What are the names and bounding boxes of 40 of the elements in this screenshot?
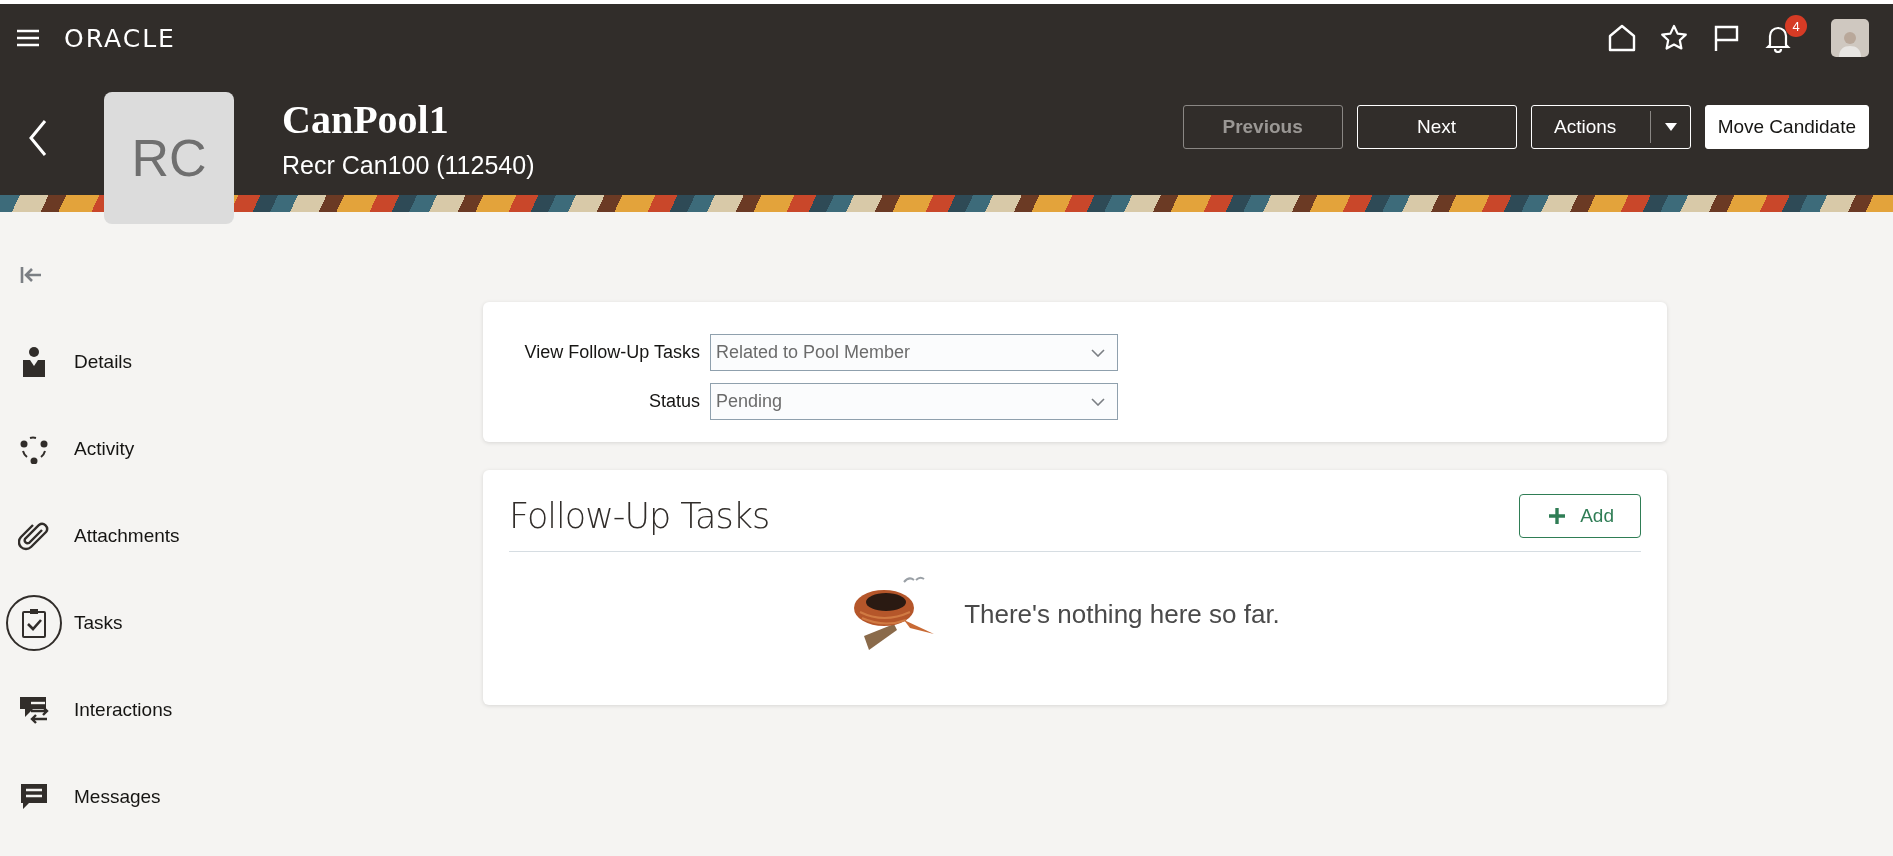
section-title: Follow-Up Tasks [509, 496, 770, 536]
sidebar-item[interactable]: Messages [6, 753, 161, 840]
sidebar-label: Details [74, 350, 133, 373]
chevron-down-icon [1091, 397, 1105, 406]
move-candidate-button[interactable]: Move Candidate [1704, 105, 1869, 149]
filter-dropdown[interactable]: Pending [710, 383, 1118, 420]
person-icon [22, 345, 46, 378]
page-title: CanPool1 [282, 96, 450, 143]
sidebar-label: Messages [74, 785, 161, 808]
menu-icon[interactable] [16, 28, 40, 48]
filter-dropdown[interactable]: Related to Pool Member [710, 334, 1118, 371]
collapse-icon[interactable] [20, 266, 42, 284]
candidate-avatar: RC [104, 92, 234, 224]
sidebar-item[interactable]: Interactions [6, 666, 173, 753]
brand-logo[interactable]: ORACLE [64, 23, 176, 53]
actions-menu-button[interactable]: Actions [1530, 105, 1691, 149]
sidebar-label: Tasks [74, 611, 123, 634]
add-button[interactable]: Add [1519, 494, 1641, 538]
sidebar-label: Interactions [74, 698, 173, 721]
sidebar-item[interactable]: Details [6, 318, 133, 405]
sidebar-item[interactable]: Activity [6, 405, 135, 492]
sidebar-item[interactable]: Attachments [6, 492, 180, 579]
sidebar-label: Activity [74, 437, 135, 460]
caret-icon [1665, 123, 1678, 131]
plus-icon [1548, 507, 1567, 525]
filter-label: Status [647, 391, 700, 412]
home-icon[interactable] [1607, 23, 1637, 53]
star-icon[interactable] [1659, 23, 1689, 53]
clipboard-check-icon [21, 606, 47, 639]
chevron-down-icon [1091, 348, 1105, 357]
nav-button[interactable]: Next [1356, 105, 1517, 149]
message-icon [20, 782, 48, 811]
sidebar-item[interactable]: Tasks [6, 579, 123, 666]
chat-exchange-icon [19, 694, 49, 725]
candidate-subtitle: Recr Can100 (112540) [282, 151, 535, 180]
back-icon[interactable] [28, 118, 48, 158]
sidebar-label: Attachments [74, 524, 180, 547]
empty-state-message: There's nothing here so far. [964, 598, 1280, 630]
notification-badge: 4 [1785, 15, 1807, 37]
filter-label: View Follow-Up Tasks [523, 342, 700, 363]
